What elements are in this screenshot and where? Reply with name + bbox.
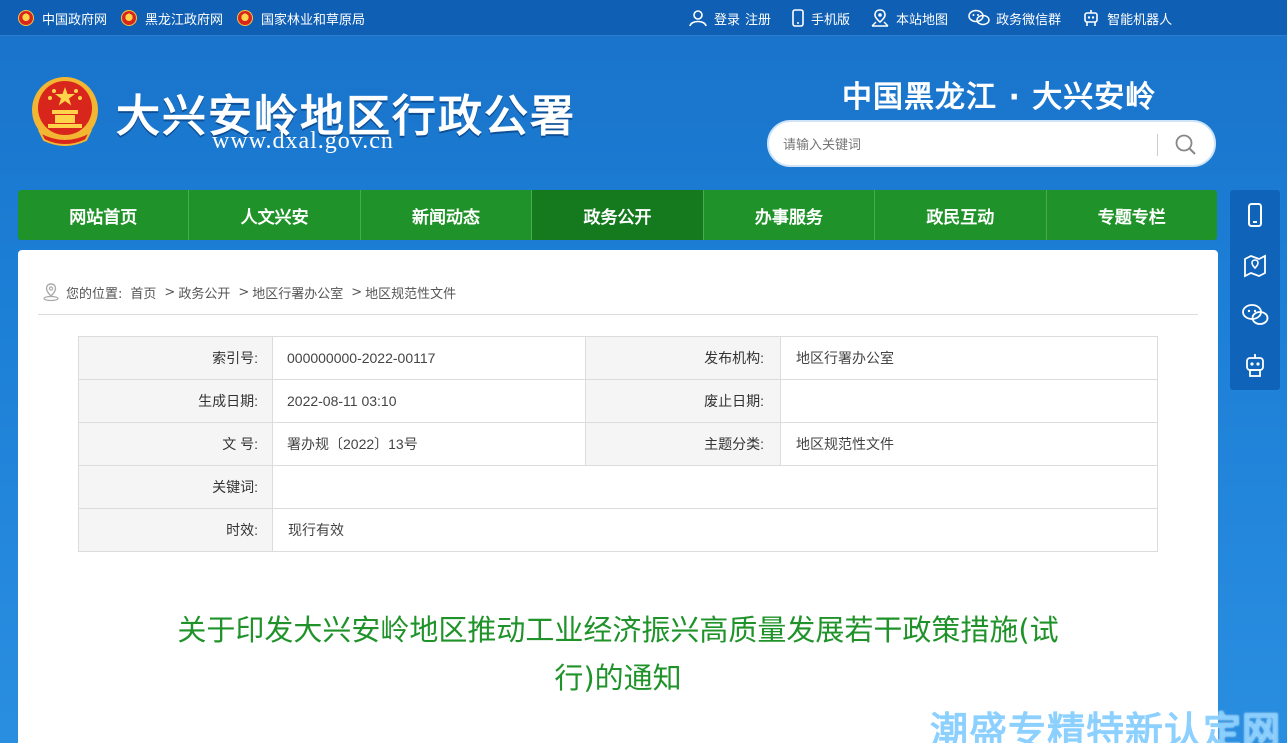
breadcrumb-separator: > <box>238 284 250 300</box>
created-value: 2022-08-11 03:10 <box>272 379 586 423</box>
search-box <box>767 120 1216 167</box>
breadcrumb: 您的位置: 首页 > 政务公开 > 地区行署办公室 > 地区规范性文件 <box>40 282 464 302</box>
content-panel: 您的位置: 首页 > 政务公开 > 地区行署办公室 > 地区规范性文件 索引号:… <box>18 250 1218 743</box>
breadcrumb-separator: > <box>351 284 363 300</box>
mobile-icon <box>1248 203 1262 227</box>
sitemap-label: 本站地图 <box>896 12 949 28</box>
search-divider <box>1157 134 1158 156</box>
side-wechat-button[interactable] <box>1230 290 1280 340</box>
site-url: www.dxal.gov.cn <box>212 128 394 154</box>
index-label: 索引号: <box>78 336 273 380</box>
search-icon[interactable] <box>1173 132 1199 158</box>
breadcrumb-office[interactable]: 地区行署办公室 <box>252 283 343 302</box>
map-icon <box>1244 254 1266 278</box>
login-register: 登录 注册 <box>688 9 771 28</box>
register-link[interactable]: 注册 <box>745 9 771 28</box>
mobile-label: 手机版 <box>811 12 851 28</box>
keywords-label: 关键词: <box>78 465 273 509</box>
docno-label: 文 号: <box>78 422 273 466</box>
nav-item-topics[interactable]: 专题专栏 <box>1047 190 1217 240</box>
link-label: 中国政府网 <box>42 12 108 28</box>
document-title-line1: 关于印发大兴安岭地区推动工业经济振兴高质量发展若干政策措施(试 <box>177 613 1059 647</box>
login-link[interactable]: 登录 <box>714 9 740 28</box>
nav-item-interaction[interactable]: 政民互动 <box>875 190 1047 240</box>
table-row: 生成日期: 2022-08-11 03:10 废止日期: <box>78 379 1158 423</box>
robot-icon <box>1246 354 1264 377</box>
topic-value: 地区规范性文件 <box>780 422 1158 466</box>
map-pin-icon <box>871 9 889 27</box>
document-title: 关于印发大兴安岭地区推动工业经济振兴高质量发展若干政策措施(试 行)的通知 <box>138 606 1098 702</box>
utility-links: 登录 注册 手机版 本站地图 政务微信群 智能机器人 <box>688 0 1192 36</box>
watermark: 潮盛专精特新认定网 <box>930 709 1282 743</box>
wechat-icon <box>968 9 990 26</box>
publisher-label: 发布机构: <box>585 336 781 380</box>
national-emblem-icon <box>18 10 34 26</box>
robot-link[interactable]: 智能机器人 <box>1081 8 1172 28</box>
region-title: 中国黑龙江 · 大兴安岭 <box>842 80 1157 115</box>
nav-item-culture[interactable]: 人文兴安 <box>189 190 361 240</box>
link-label: 黑龙江政府网 <box>145 12 224 28</box>
link-label: 国家林业和草原局 <box>261 12 366 28</box>
index-value: 000000000-2022-00117 <box>272 336 586 380</box>
docno-value: 署办规〔2022〕13号 <box>272 422 586 466</box>
nav-item-services[interactable]: 办事服务 <box>704 190 876 240</box>
link-forestry-bureau[interactable]: 国家林业和草原局 <box>237 9 365 28</box>
table-row: 索引号: 000000000-2022-00117 发布机构: 地区行署办公室 <box>78 336 1158 380</box>
nav-item-news[interactable]: 新闻动态 <box>361 190 533 240</box>
location-pin-icon <box>43 283 59 302</box>
side-robot-button[interactable] <box>1230 340 1280 390</box>
wechat-label: 政务微信群 <box>996 12 1062 28</box>
robot-label: 智能机器人 <box>1107 12 1173 28</box>
external-links: 中国政府网 黑龙江政府网 国家林业和草原局 <box>18 0 379 36</box>
breadcrumb-prefix: 您的位置: <box>66 286 123 302</box>
mobile-link[interactable]: 手机版 <box>791 9 850 28</box>
expire-value <box>780 379 1158 423</box>
side-map-button[interactable] <box>1230 240 1280 290</box>
top-bar: 中国政府网 黑龙江政府网 国家林业和草原局 登录 注册 手机版 本站地图 政务微… <box>0 0 1287 36</box>
validity-label: 时效: <box>78 508 273 552</box>
national-emblem-icon <box>237 10 254 26</box>
validity-value: 现行有效 <box>272 508 1158 552</box>
keywords-value <box>272 465 1158 509</box>
breadcrumb-home[interactable]: 首页 <box>130 283 156 302</box>
table-row: 时效: 现行有效 <box>78 508 1158 552</box>
breadcrumb-divider <box>38 314 1198 315</box>
document-title-line2: 行)的通知 <box>554 661 682 695</box>
table-row: 文 号: 署办规〔2022〕13号 主题分类: 地区规范性文件 <box>78 422 1158 466</box>
national-emblem-logo[interactable] <box>30 74 100 146</box>
national-emblem-icon <box>121 10 138 26</box>
mobile-icon <box>792 9 804 27</box>
document-metadata-table: 索引号: 000000000-2022-00117 发布机构: 地区行署办公室 … <box>78 336 1158 552</box>
search-input[interactable] <box>783 132 1143 156</box>
sitemap-link[interactable]: 本站地图 <box>870 8 948 28</box>
wechat-icon <box>1242 304 1269 325</box>
side-toolbar <box>1230 190 1280 390</box>
breadcrumb-normative-docs[interactable]: 地区规范性文件 <box>365 283 456 302</box>
breadcrumb-gov-affairs[interactable]: 政务公开 <box>178 283 230 302</box>
link-gov-heilongjiang[interactable]: 黑龙江政府网 <box>121 9 223 28</box>
user-icon <box>689 10 707 27</box>
publisher-value: 地区行署办公室 <box>780 336 1158 380</box>
side-mobile-button[interactable] <box>1230 190 1280 240</box>
created-label: 生成日期: <box>78 379 273 423</box>
nav-item-gov-affairs[interactable]: 政务公开 <box>532 190 704 240</box>
main-nav: 网站首页 人文兴安 新闻动态 政务公开 办事服务 政民互动 专题专栏 <box>18 190 1217 240</box>
wechat-link[interactable]: 政务微信群 <box>968 9 1061 28</box>
topic-label: 主题分类: <box>585 422 781 466</box>
expire-label: 废止日期: <box>585 379 781 423</box>
link-gov-china[interactable]: 中国政府网 <box>18 9 107 28</box>
nav-item-home[interactable]: 网站首页 <box>18 190 190 240</box>
table-row: 关键词: <box>78 465 1158 509</box>
breadcrumb-separator: > <box>164 284 176 300</box>
robot-icon <box>1084 10 1098 26</box>
